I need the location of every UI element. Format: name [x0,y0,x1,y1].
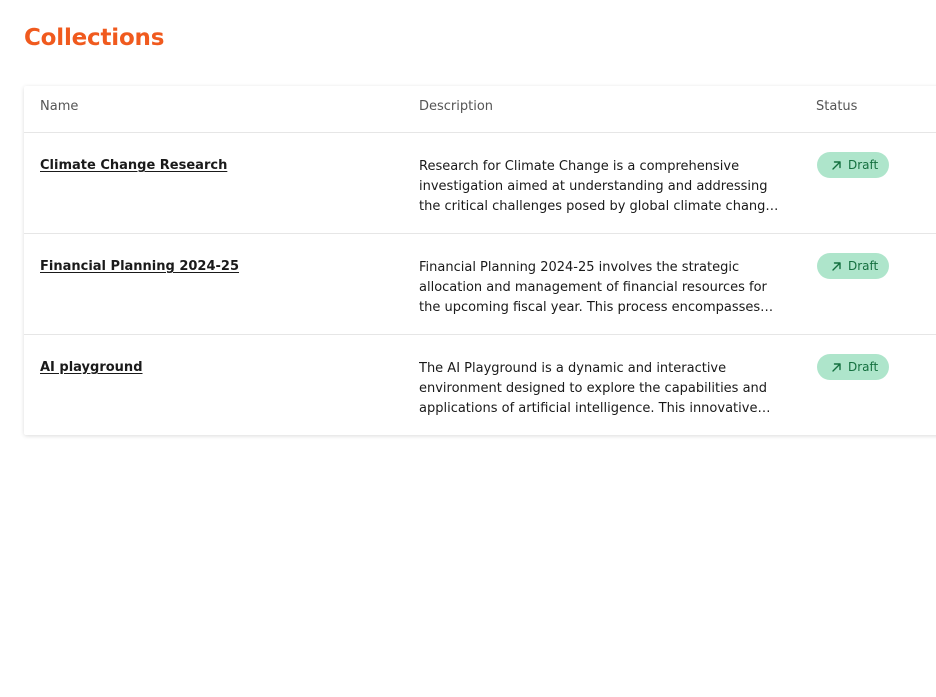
table-row[interactable]: AI playground The AI Playground is a dyn… [24,335,936,435]
collection-name-link[interactable]: AI playground [40,360,143,376]
page-title: Collections [24,25,165,51]
collection-description: Research for Climate Change is a compreh… [419,159,778,214]
collection-name-link[interactable]: Climate Change Research [40,158,227,174]
column-header-description[interactable]: Description [419,99,493,115]
status-badge-label: Draft [848,259,879,273]
status-badge-label: Draft [848,158,879,172]
table-row[interactable]: Financial Planning 2024-25 Financial Pla… [24,234,936,335]
arrow-up-right-icon [831,261,842,272]
status-badge: Draft [817,354,890,380]
status-badge: Draft [817,253,890,279]
arrow-up-right-icon [831,160,842,171]
table-header-row: Name Description Status [24,86,936,133]
collection-description: Financial Planning 2024-25 involves the … [419,260,774,315]
status-badge-label: Draft [848,360,879,374]
arrow-up-right-icon [831,362,842,373]
table-row[interactable]: Climate Change Research Research for Cli… [24,133,936,234]
collections-table: Name Description Status Climate Change R… [24,86,936,435]
column-header-name[interactable]: Name [40,99,78,115]
collection-description: The AI Playground is a dynamic and inter… [419,361,771,416]
collection-name-link[interactable]: Financial Planning 2024-25 [40,259,239,275]
status-badge: Draft [817,152,890,178]
column-header-status[interactable]: Status [816,99,857,115]
